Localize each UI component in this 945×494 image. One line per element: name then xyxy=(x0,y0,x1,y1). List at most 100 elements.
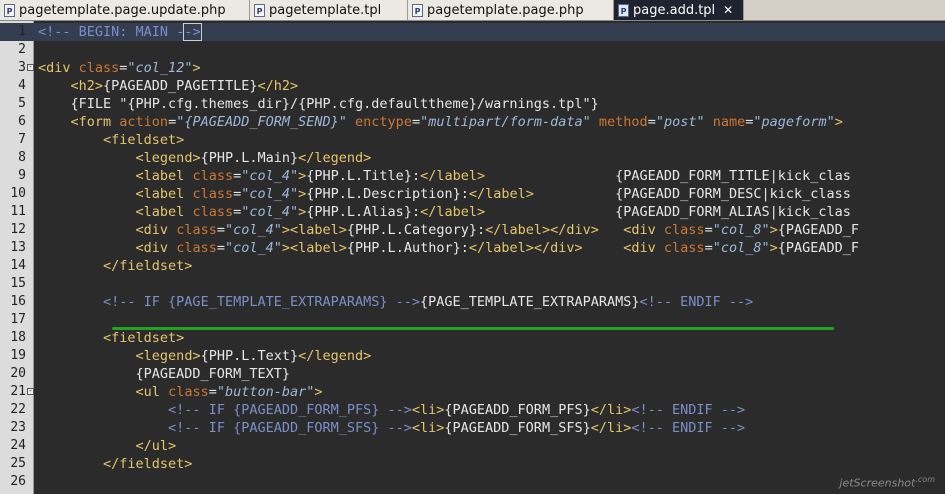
code-token: class xyxy=(192,204,234,220)
line-number: 6 xyxy=(18,114,26,129)
code-line[interactable]: 22 <!-- IF {PAGEADD_FORM_PFS} --><li>{PA… xyxy=(0,401,945,419)
code-line[interactable]: 4 <h2>{PAGEADD_PAGETITLE}</h2> xyxy=(0,77,945,95)
code-line[interactable]: 16 <!-- IF {PAGE_TEMPLATE_EXTRAPARAMS} -… xyxy=(0,293,945,311)
line-number: 26 xyxy=(10,474,26,489)
code-token: = xyxy=(233,204,242,220)
code-token: <fieldset> xyxy=(103,132,185,148)
code-text: <div class="col_4"><label>{PHP.L.Categor… xyxy=(38,221,859,239)
code-token: {PAGEADD_F xyxy=(777,222,860,238)
code-token: <!-- IF {PAGEADD_FORM_PFS} --> xyxy=(168,402,412,418)
code-token: <h2> xyxy=(70,78,104,94)
code-text: </ul> xyxy=(38,437,177,455)
code-line[interactable]: 3- <div class="col_12"> xyxy=(0,59,945,77)
code-line[interactable]: 24 </ul> xyxy=(0,437,945,455)
code-line[interactable]: 11 <label class="col_4">{PHP.L.Alias}:</… xyxy=(0,203,945,221)
watermark-text: jetScreenshot xyxy=(839,477,916,490)
code-line[interactable]: 6 <form action="{PAGEADD_FORM_SEND}" enc… xyxy=(0,113,945,131)
code-line[interactable]: 7 <fieldset> xyxy=(0,131,945,149)
code-line[interactable]: 2 xyxy=(0,41,945,59)
code-line[interactable]: 19 <legend>{PHP.L.Text}</legend> xyxy=(0,347,945,365)
code-token: <li> xyxy=(411,420,445,436)
code-line[interactable]: 8 <legend>{PHP.L.Main}</legend> xyxy=(0,149,945,167)
code-token: {PHP.L.Description}: xyxy=(306,186,469,202)
code-line[interactable]: 1 <!-- BEGIN: MAIN --> xyxy=(0,23,945,41)
tab-pagetemplate-tpl[interactable]: P pagetemplate.tpl xyxy=(250,0,408,20)
tab-pagetemplate-page-update-php[interactable]: P pagetemplate.page.update.php xyxy=(0,0,250,20)
code-token: <div xyxy=(38,60,79,76)
code-token: = xyxy=(216,240,225,256)
code-token: = xyxy=(233,186,242,202)
code-token: > xyxy=(281,222,291,238)
code-text: <ul class="button-bar"> xyxy=(38,383,323,401)
code-line[interactable]: 18 <fieldset> xyxy=(0,329,945,347)
line-number: 5 xyxy=(18,96,26,111)
watermark-suffix: .com xyxy=(915,475,935,485)
line-number: 2 xyxy=(18,42,26,57)
code-line[interactable]: 10 <label class="col_4">{PHP.L.Descripti… xyxy=(0,185,945,203)
code-text: <form action="{PAGEADD_FORM_SEND}" encty… xyxy=(38,113,843,131)
code-text: {PAGEADD_FORM_TEXT} xyxy=(38,365,290,383)
line-number: 10 xyxy=(10,186,26,201)
code-token: </label></div> xyxy=(485,222,599,238)
code-line[interactable]: 26 xyxy=(0,473,945,491)
tab-label: pagetemplate.page.update.php xyxy=(19,2,226,18)
code-token: </h2> xyxy=(257,78,299,94)
code-line[interactable]: 9 <label class="col_4">{PHP.L.Title}:</l… xyxy=(0,167,945,185)
annotation-underline xyxy=(112,327,834,330)
tab-label: pagetemplate.page.php xyxy=(427,2,584,18)
code-text: <!-- IF {PAGEADD_FORM_SFS} --><li>{PAGEA… xyxy=(38,419,745,437)
code-token: <legend> xyxy=(135,348,201,364)
line-number: 3 xyxy=(18,60,26,75)
line-number: 22 xyxy=(10,402,26,417)
code-token: "post" xyxy=(655,114,705,130)
code-line[interactable]: 25 </fieldset> xyxy=(0,455,945,473)
code-token: = xyxy=(411,114,421,130)
code-editor[interactable]: 1 <!-- BEGIN: MAIN --> 2 3- <div class="col_… xyxy=(0,21,945,494)
code-token: class xyxy=(192,168,234,184)
code-token: "col_8" xyxy=(712,222,770,238)
code-token: </label></div> xyxy=(468,240,583,256)
code-token: "col_4" xyxy=(241,204,299,220)
code-line[interactable]: 5 {FILE "{PHP.cfg.themes_dir}/{PHP.cfg.d… xyxy=(0,95,945,113)
code-token: {PAGE_TEMPLATE_EXTRAPARAMS} xyxy=(420,294,640,310)
close-icon[interactable]: ✕ xyxy=(723,3,733,17)
tab-pagetemplate-page-php[interactable]: P pagetemplate.page.php xyxy=(408,0,614,20)
code-token: class xyxy=(663,222,705,238)
code-token: <label> xyxy=(290,240,347,256)
code-line[interactable]: 12 <div class="col_4"><label>{PHP.L.Cate… xyxy=(0,221,945,239)
code-line[interactable]: 13 <div class="col_4"><label>{PHP.L.Auth… xyxy=(0,239,945,257)
code-token: {PAGEADD_FORM_ALIAS|kick_clas xyxy=(615,204,851,220)
code-token: > xyxy=(281,240,291,256)
fold-toggle-icon[interactable]: - xyxy=(27,64,34,71)
code-line[interactable]: 21- <ul class="button-bar"> xyxy=(0,383,945,401)
code-token: "col_8" xyxy=(712,240,770,256)
code-line[interactable]: 23 <!-- IF {PAGEADD_FORM_SFS} --><li>{PA… xyxy=(0,419,945,437)
code-text: <!-- IF {PAGE_TEMPLATE_EXTRAPARAMS} -->{… xyxy=(38,293,753,311)
fold-toggle-icon[interactable]: - xyxy=(27,388,34,395)
code-token: <!-- BEGIN: MAIN - xyxy=(38,24,185,40)
tab-bar: P pagetemplate.page.update.php P pagetem… xyxy=(0,0,945,21)
code-token: <ul xyxy=(135,384,169,400)
code-token: <form xyxy=(70,114,120,130)
code-text: <label class="col_4">{PHP.L.Description}… xyxy=(38,185,851,203)
code-token: <!-- ENDIF --> xyxy=(639,294,754,310)
code-token: > xyxy=(192,60,201,76)
code-token: -> xyxy=(183,23,202,41)
tab-label: page.add.tpl xyxy=(633,2,716,18)
code-token: <label xyxy=(135,168,193,184)
code-line[interactable]: 20 {PAGEADD_FORM_TEXT} xyxy=(0,365,945,383)
tab-page-add-tpl[interactable]: P page.add.tpl ✕ xyxy=(614,0,744,20)
code-token: = xyxy=(704,240,713,256)
code-text: <div class="col_12"> xyxy=(38,59,201,77)
code-text: </fieldset> xyxy=(38,455,192,473)
code-token: = xyxy=(704,222,713,238)
code-line[interactable]: 15 xyxy=(0,275,945,293)
code-line[interactable]: 14 </fieldset> xyxy=(0,257,945,275)
code-token: {PAGEADD_FORM_SFS} xyxy=(444,420,591,436)
code-token: {PAGEADD_FORM_TEXT} xyxy=(38,366,290,382)
